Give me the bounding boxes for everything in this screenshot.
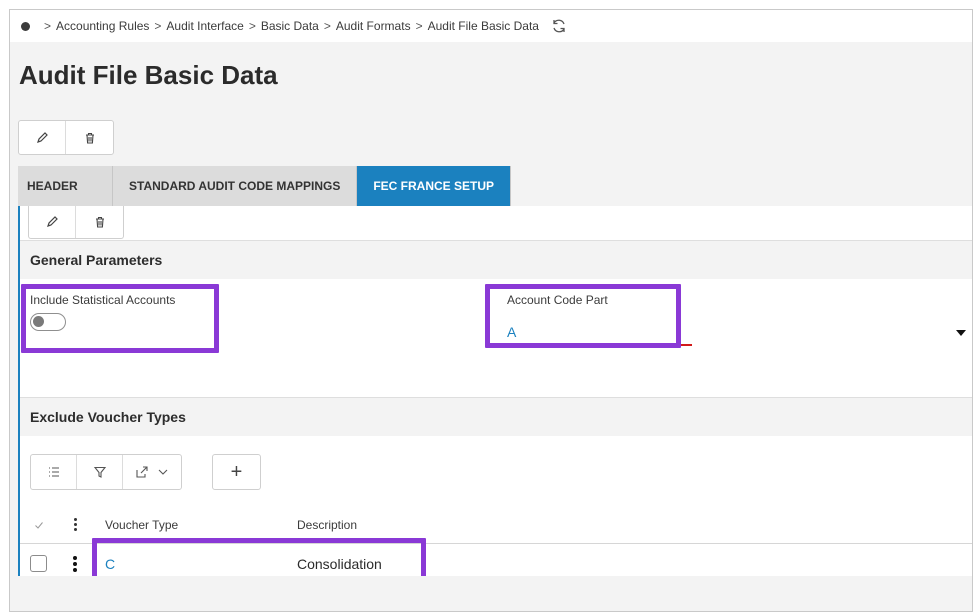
list-settings-button[interactable]: [31, 455, 77, 489]
highlight-include-statistical-accounts: [21, 284, 219, 353]
breadcrumb: > Accounting Rules > Audit Interface > B…: [10, 10, 972, 42]
refresh-icon[interactable]: [551, 18, 567, 34]
breadcrumb-item-basic-data[interactable]: Basic Data: [261, 19, 319, 33]
delete-button[interactable]: [76, 206, 123, 238]
record-toolbar: [18, 120, 114, 155]
kebab-icon: [74, 518, 77, 531]
edit-button[interactable]: [29, 206, 76, 238]
trash-icon: [85, 132, 94, 144]
check-icon: [35, 521, 43, 529]
section-title-general-parameters: General Parameters: [20, 240, 972, 279]
pencil-icon: [37, 131, 48, 143]
highlight-account-code-part: [485, 284, 681, 348]
breadcrumb-item-accounting-rules[interactable]: Accounting Rules: [56, 19, 149, 33]
trash-icon: [95, 216, 104, 228]
column-options[interactable]: [74, 506, 77, 543]
chevron-down-icon: [158, 469, 168, 475]
select-all[interactable]: [34, 506, 44, 543]
breadcrumb-item-audit-interface[interactable]: Audit Interface: [166, 19, 243, 33]
breadcrumb-separator: >: [323, 19, 331, 33]
export-button[interactable]: [123, 455, 181, 489]
breadcrumb-separator: >: [154, 19, 162, 33]
tab-fec-france-setup[interactable]: FEC FRANCE SETUP: [357, 166, 512, 206]
list-toolbar: [30, 454, 182, 490]
add-button[interactable]: +: [213, 455, 260, 489]
list-settings-icon: [48, 467, 59, 477]
pencil-icon: [47, 216, 58, 227]
breadcrumb-separator: >: [415, 19, 423, 33]
dropdown-caret-icon[interactable]: [956, 330, 966, 336]
footer: [10, 576, 972, 611]
app-frame: > Accounting Rules > Audit Interface > B…: [9, 9, 973, 612]
page-title: Audit File Basic Data: [19, 60, 278, 90]
edit-button[interactable]: [19, 121, 66, 154]
tab-bar: HEADER STANDARD AUDIT CODE MAPPINGS FEC …: [18, 166, 512, 206]
filter-icon: [93, 466, 106, 478]
tab-content: General Parameters Include Statistical A…: [18, 206, 972, 589]
export-icon: [136, 466, 148, 478]
tab-standard-audit-code-mappings[interactable]: STANDARD AUDIT CODE MAPPINGS: [113, 166, 358, 206]
breadcrumb-separator: >: [44, 19, 52, 33]
section-title-exclude-voucher-types: Exclude Voucher Types: [20, 397, 972, 436]
section-toolbar: [28, 206, 124, 239]
breadcrumb-item-audit-formats[interactable]: Audit Formats: [336, 19, 411, 33]
status-dot-icon: [21, 21, 30, 31]
delete-button[interactable]: [66, 121, 113, 154]
plus-icon: +: [230, 460, 243, 483]
breadcrumb-item-audit-file-basic-data: Audit File Basic Data: [427, 19, 539, 33]
add-toolbar: +: [212, 454, 261, 490]
filter-button[interactable]: [77, 455, 123, 489]
checkbox[interactable]: [30, 555, 47, 572]
kebab-icon: [73, 555, 77, 572]
breadcrumb-separator: >: [248, 19, 256, 33]
tab-header[interactable]: HEADER: [18, 166, 113, 206]
